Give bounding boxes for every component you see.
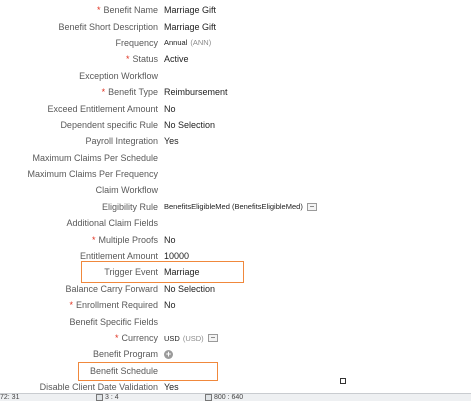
- field-value[interactable]: Marriage Gift: [164, 22, 216, 32]
- cursor-marker: [340, 378, 346, 384]
- field-label: Maximum Claims Per Frequency: [27, 169, 158, 180]
- add-icon[interactable]: +: [164, 349, 173, 359]
- detail-icon[interactable]: [306, 202, 317, 211]
- field-code: (ANN): [190, 38, 212, 48]
- field-label: Benefit Specific Fields: [69, 316, 158, 327]
- field-benefit-type: * Benefit Type Reimbursement: [0, 84, 471, 100]
- field-claim-workflow: Claim Workflow: [0, 182, 471, 198]
- field-label: Dependent specific Rule: [60, 119, 158, 130]
- field-benefit-program: Benefit Program +: [0, 346, 471, 362]
- field-label: Exceed Entitlement Amount: [47, 103, 158, 114]
- field-value[interactable]: No Selection: [164, 120, 215, 130]
- required-marker: *: [96, 5, 101, 16]
- field-benefit-schedule: Benefit Schedule: [0, 363, 471, 379]
- field-value[interactable]: No: [164, 235, 176, 245]
- field-label: * Enrollment Required: [69, 300, 158, 311]
- required-marker: *: [101, 87, 106, 98]
- field-entitlement-amount: Entitlement Amount 10000: [0, 248, 471, 264]
- field-label: * Multiple Proofs: [91, 234, 158, 245]
- field-value[interactable]: No: [164, 300, 176, 310]
- field-label: * Benefit Type: [101, 87, 158, 98]
- field-value[interactable]: Reimbursement: [164, 87, 228, 97]
- field-label: Additional Claim Fields: [66, 218, 158, 229]
- field-label: Entitlement Amount: [79, 251, 158, 262]
- field-multiple-proofs: * Multiple Proofs No: [0, 231, 471, 247]
- field-benefit-specific-fields: Benefit Specific Fields: [0, 313, 471, 329]
- field-maximum-claims-per-frequency: Maximum Claims Per Frequency: [0, 166, 471, 182]
- field-label: Trigger Event: [104, 267, 158, 278]
- field-value[interactable]: BenefitsEligibleMed (BenefitsEligibleMed…: [164, 202, 317, 211]
- field-label: Eligibility Rule: [101, 201, 158, 212]
- field-trigger-event: Trigger Event Marriage: [0, 264, 471, 280]
- required-marker: *: [125, 54, 130, 65]
- field-label: Disable Client Date Validation: [39, 382, 158, 393]
- required-marker: *: [91, 234, 96, 245]
- field-benefit-name: * Benefit Name Marriage Gift: [0, 2, 471, 18]
- field-value[interactable]: USD (USD): [164, 334, 218, 343]
- field-value[interactable]: Marriage: [164, 267, 200, 277]
- required-marker: *: [114, 333, 119, 343]
- required-marker: *: [69, 300, 73, 311]
- field-label: Benefit Short Description: [58, 21, 158, 32]
- field-label: Benefit Program: [92, 349, 158, 360]
- field-currency: * Currency USD (USD): [0, 330, 471, 346]
- field-value[interactable]: Yes: [164, 382, 179, 392]
- field-value[interactable]: Marriage Gift: [164, 5, 216, 15]
- field-value[interactable]: No: [164, 104, 176, 114]
- field-benefit-short-description: Benefit Short Description Marriage Gift: [0, 18, 471, 34]
- field-value[interactable]: +: [164, 349, 173, 359]
- field-label: Payroll Integration: [85, 136, 158, 147]
- field-value[interactable]: No Selection: [164, 284, 215, 294]
- field-label: * Status: [125, 54, 158, 65]
- field-status: * Status Active: [0, 51, 471, 67]
- detail-icon[interactable]: [207, 334, 218, 342]
- field-label: Frequency: [115, 37, 158, 48]
- field-frequency: Frequency Annual (ANN): [0, 35, 471, 51]
- field-value[interactable]: Annual (ANN): [164, 38, 211, 47]
- field-value[interactable]: Yes: [164, 136, 179, 146]
- field-maximum-claims-per-schedule: Maximum Claims Per Schedule: [0, 150, 471, 166]
- field-code: (USD): [182, 333, 204, 343]
- field-label: * Currency: [114, 333, 158, 343]
- field-payroll-integration: Payroll Integration Yes: [0, 133, 471, 149]
- field-enrollment-required: * Enrollment Required No: [0, 297, 471, 313]
- field-value[interactable]: 10000: [164, 251, 189, 261]
- field-additional-claim-fields: Additional Claim Fields: [0, 215, 471, 231]
- field-dependent-specific-rule: Dependent specific Rule No Selection: [0, 117, 471, 133]
- field-value[interactable]: Active: [164, 54, 189, 64]
- field-exception-workflow: Exception Workflow: [0, 68, 471, 84]
- field-label: Maximum Claims Per Schedule: [32, 152, 158, 163]
- field-balance-carry-forward: Balance Carry Forward No Selection: [0, 281, 471, 297]
- field-label: * Benefit Name: [96, 5, 158, 16]
- benefit-form: * Benefit Name Marriage Gift Benefit Shor…: [0, 2, 471, 395]
- field-label: Claim Workflow: [95, 185, 158, 196]
- field-label: Balance Carry Forward: [65, 283, 158, 294]
- field-eligibility-rule: Eligibility Rule BenefitsEligibleMed (Be…: [0, 199, 471, 215]
- field-exceed-entitlement-amount: Exceed Entitlement Amount No: [0, 100, 471, 116]
- field-label: Exception Workflow: [79, 70, 158, 81]
- field-label: Benefit Schedule: [89, 365, 158, 376]
